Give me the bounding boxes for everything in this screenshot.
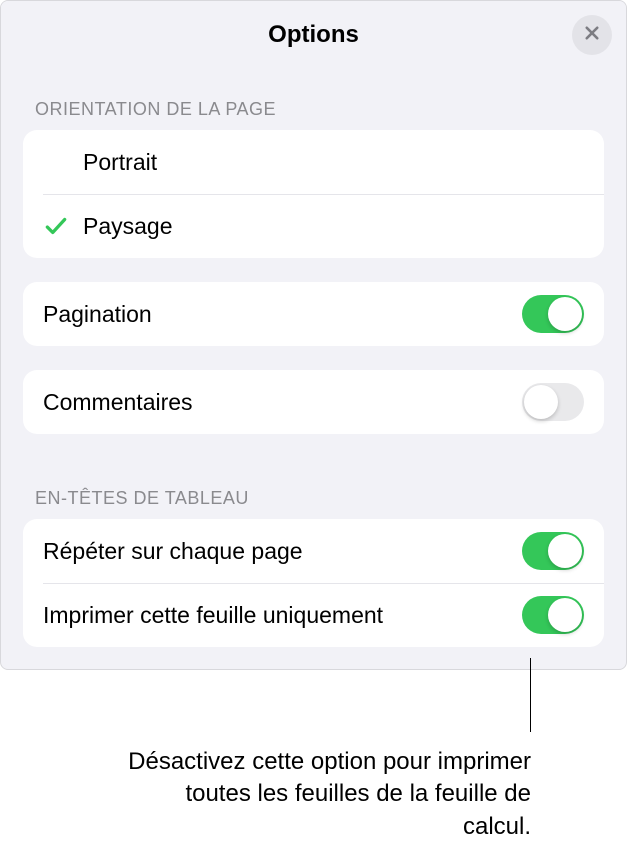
repeat-headers-label: Répéter sur chaque page [43, 538, 522, 565]
callout-leader-line [530, 658, 531, 732]
panel-header: Options [1, 1, 626, 69]
pagination-toggle[interactable] [522, 295, 584, 333]
comments-toggle[interactable] [522, 383, 584, 421]
print-current-sheet-row: Imprimer cette feuille uniquement [23, 583, 604, 647]
checkmark-icon [43, 213, 75, 239]
repeat-headers-row: Répéter sur chaque page [23, 519, 604, 583]
comments-label: Commentaires [43, 389, 522, 416]
orientation-group: Portrait Paysage [23, 130, 604, 258]
close-button[interactable] [572, 15, 612, 55]
comments-group: Commentaires [23, 370, 604, 434]
table-headers-section-header: En-têtes de tableau [23, 458, 604, 519]
toggle-knob [548, 534, 582, 568]
orientation-paysage-label: Paysage [83, 213, 584, 240]
panel-title: Options [268, 21, 359, 49]
orientation-option-paysage[interactable]: Paysage [23, 194, 604, 258]
print-current-sheet-toggle[interactable] [522, 596, 584, 634]
comments-row: Commentaires [23, 370, 604, 434]
toggle-knob [524, 385, 558, 419]
repeat-headers-toggle[interactable] [522, 532, 584, 570]
orientation-portrait-label: Portrait [83, 149, 584, 176]
toggle-knob [548, 598, 582, 632]
orientation-option-portrait[interactable]: Portrait [23, 130, 604, 194]
print-current-sheet-label: Imprimer cette feuille uniquement [43, 602, 522, 629]
options-panel: Options Orientation de la page Portrait [0, 0, 627, 670]
toggle-knob [548, 297, 582, 331]
pagination-label: Pagination [43, 301, 522, 328]
pagination-group: Pagination [23, 282, 604, 346]
callout-text: Désactivez cette option pour imprimer to… [111, 746, 531, 843]
orientation-section-header: Orientation de la page [23, 69, 604, 130]
close-icon [583, 24, 601, 47]
table-headers-group: Répéter sur chaque page Imprimer cette f… [23, 519, 604, 647]
pagination-row: Pagination [23, 282, 604, 346]
panel-content: Orientation de la page Portrait Paysage … [1, 69, 626, 669]
